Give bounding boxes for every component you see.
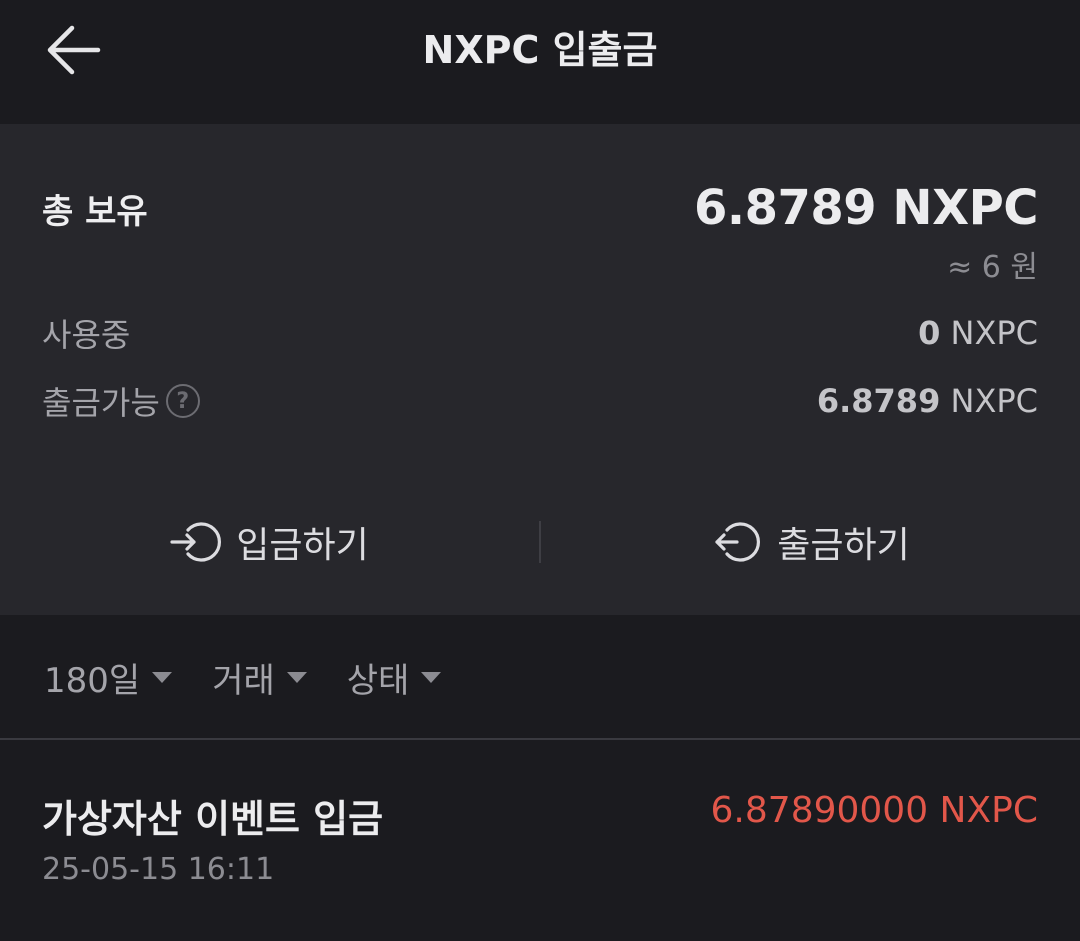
withdrawable-label: 출금가능 (42, 384, 160, 422)
transaction-type-filter[interactable]: 거래 (212, 653, 307, 702)
withdraw-arrow-circle-icon (715, 522, 761, 562)
withdraw-label: 출금하기 (777, 525, 910, 566)
in-use-row: 사용중 0 NXPC (42, 310, 1038, 356)
status-filter-label: 상태 (346, 660, 410, 701)
in-use-value: 0 NXPC (918, 314, 1038, 352)
help-icon[interactable]: ? (165, 384, 200, 418)
transaction-amount: 6.87890000 NXPC (710, 790, 1038, 831)
deposit-arrow-circle-icon (170, 522, 222, 562)
balance-card: 총 보유 6.8789 NXPC ≈ 6 원 사용중 0 NXPC 출금가능 ?… (0, 124, 1080, 615)
action-bar: 입금하기 출금하기 (0, 502, 1080, 582)
total-holding-label: 총 보유 (42, 191, 148, 232)
in-use-unit: NXPC (940, 314, 1039, 352)
in-use-amount: 0 (918, 314, 941, 352)
total-holding-value: 6.8789 NXPC (693, 180, 1039, 236)
withdrawable-amount: 6.8789 (816, 382, 941, 420)
transaction-title: 가상자산 이벤트 입금 (42, 797, 384, 841)
filter-bar: 180일 거래 상태 (0, 615, 1080, 739)
withdrawable-label-group: 출금가능 ? (42, 378, 200, 424)
caret-down-icon (152, 671, 173, 683)
deposit-label: 입금하기 (236, 525, 369, 566)
withdrawable-unit: NXPC (940, 382, 1039, 420)
page-title: NXPC 입출금 (422, 28, 658, 72)
caret-down-icon (286, 671, 307, 683)
caret-down-icon (421, 671, 442, 683)
transaction-row[interactable]: 가상자산 이벤트 입금 6.87890000 NXPC 25-05-15 16:… (0, 740, 1080, 941)
deposit-button[interactable]: 입금하기 (0, 502, 539, 582)
period-filter[interactable]: 180일 (44, 653, 173, 702)
withdrawable-value: 6.8789 NXPC (817, 382, 1038, 420)
status-filter[interactable]: 상태 (347, 653, 442, 702)
krw-equivalent: ≈ 6 원 (947, 250, 1038, 285)
app-header: NXPC 입출금 (0, 0, 1080, 124)
in-use-label: 사용중 (42, 316, 131, 354)
transaction-time: 25-05-15 16:11 (42, 852, 275, 887)
withdrawable-row: 출금가능 ? 6.8789 NXPC (42, 378, 1038, 424)
transaction-type-filter-label: 거래 (212, 660, 275, 701)
period-filter-label: 180일 (44, 660, 141, 701)
withdraw-button[interactable]: 출금하기 (541, 502, 1080, 582)
total-holding-row: 총 보유 6.8789 NXPC (42, 180, 1039, 236)
